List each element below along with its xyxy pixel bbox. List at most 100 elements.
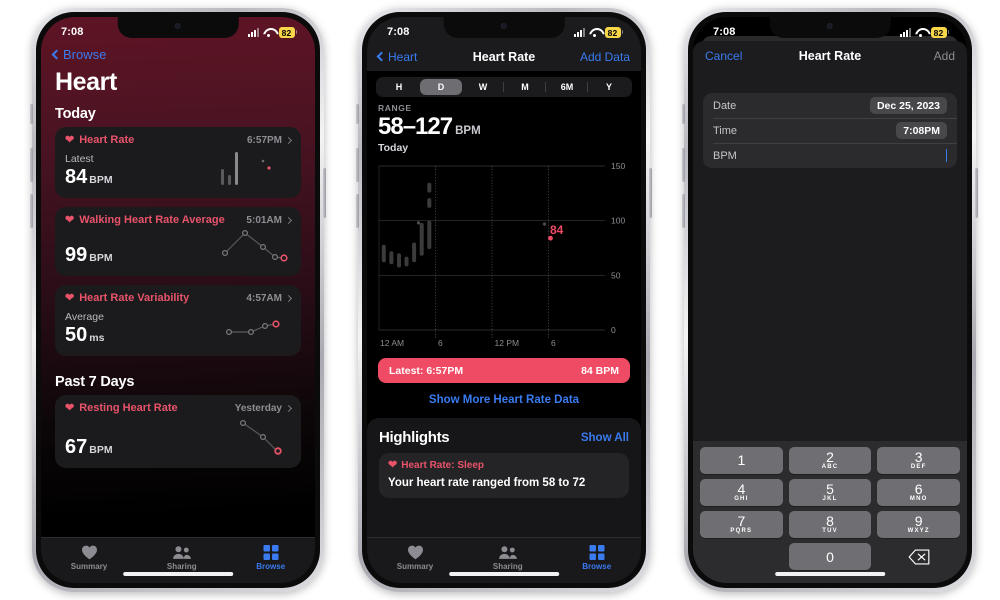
card-value-unit: BPM: [89, 252, 113, 264]
highlight-card-body: Your heart rate ranged from 58 to 72: [388, 477, 586, 489]
show-all-link[interactable]: Show All: [581, 432, 629, 444]
cellular-signal-icon: [247, 27, 259, 37]
phone-3: 7:08 82 Cancel Heart Rate Add Date Dec 2…: [682, 8, 978, 592]
home-indicator[interactable]: [775, 572, 885, 576]
key-2[interactable]: 2 ABC: [788, 447, 872, 474]
heart-rate-chart[interactable]: 150 100 50 0 12 AM 6 12 PM 6 84: [367, 158, 641, 348]
front-camera-icon: [500, 23, 507, 29]
card-value-number: 99: [65, 244, 88, 266]
tab-label: Summary: [396, 561, 434, 571]
card-title-text: Resting Heart Rate: [79, 402, 178, 414]
key-9[interactable]: 9 WXYZ: [877, 511, 961, 538]
card-timestamp: 4:57AM: [246, 292, 282, 304]
heart-icon: ❤: [65, 401, 75, 414]
show-more-heart-rate-data-link[interactable]: Show More Heart Rate Data: [367, 383, 641, 406]
phone-1-notch: [117, 17, 239, 38]
chevron-right-icon: [284, 404, 293, 412]
segment-d[interactable]: D: [420, 79, 462, 95]
key-7[interactable]: 7 PQRS: [700, 511, 783, 538]
phone-3-mute-switch[interactable]: [682, 104, 685, 124]
key-delete[interactable]: [877, 543, 960, 570]
add-button[interactable]: Add: [934, 49, 955, 63]
phone-1-mute-switch[interactable]: [30, 104, 33, 124]
key-1[interactable]: 1: [700, 447, 783, 474]
card-value-number: 84: [65, 166, 88, 188]
tab-browse[interactable]: Browse: [582, 544, 611, 571]
phone-1-power-button[interactable]: [323, 168, 326, 218]
key-4[interactable]: 4 GHI: [700, 479, 783, 506]
tab-summary[interactable]: Summary: [71, 545, 107, 571]
wifi-icon: [589, 28, 601, 38]
svg-text:6: 6: [551, 338, 556, 348]
phone-2-volume-up[interactable]: [356, 148, 359, 182]
key-6[interactable]: 6 MNO: [877, 479, 961, 506]
tab-label: Sharing: [492, 561, 523, 571]
phone-2-mute-switch[interactable]: [356, 104, 359, 124]
key-number: 6: [914, 480, 923, 497]
phone-1-volume-down[interactable]: [30, 194, 33, 228]
phone-2-volume-down[interactable]: [356, 194, 359, 228]
battery-percent: 82: [604, 26, 621, 38]
cancel-button[interactable]: Cancel: [705, 49, 742, 63]
segment-m[interactable]: M: [504, 79, 546, 95]
form-row-date[interactable]: Date Dec 25, 2023: [703, 93, 957, 118]
tab-browse[interactable]: Browse: [256, 544, 286, 571]
sheet-title: Heart Rate: [798, 49, 862, 63]
date-picker-value[interactable]: Dec 25, 2023: [869, 97, 947, 114]
svg-text:6: 6: [438, 338, 443, 348]
segment-w[interactable]: W: [462, 79, 504, 95]
card-walking-heart-rate-average[interactable]: ❤ Walking Heart Rate Average 5:01AM 99 BP…: [55, 207, 301, 276]
card-heart-rate-meta: 6:57PM: [247, 135, 293, 146]
tab-label: Browse: [256, 561, 286, 571]
key-3[interactable]: 3 DEF: [877, 447, 961, 474]
phone-2-screen: 7:08 82 Heart Heart Rate Add Data H D W …: [367, 17, 641, 583]
people-icon: [498, 545, 517, 559]
phone-3-volume-up[interactable]: [682, 148, 685, 182]
key-5[interactable]: 5 JKL: [788, 479, 872, 506]
heart-icon: [407, 545, 423, 559]
tab-summary[interactable]: Summary: [397, 545, 433, 571]
svg-text:50: 50: [611, 270, 621, 280]
segment-6m[interactable]: 6M: [546, 79, 588, 95]
form-row-bpm[interactable]: BPM: [703, 143, 957, 168]
phone-3-power-button[interactable]: [975, 168, 978, 218]
phone-1-volume-up[interactable]: [30, 148, 33, 182]
key-letters: ABC: [821, 464, 839, 471]
phone-3-volume-down[interactable]: [682, 194, 685, 228]
card-heart-rate[interactable]: ❤ Heart Rate 6:57PM Latest 84 BPM: [55, 127, 301, 198]
card-heart-rate-variability[interactable]: ❤ Heart Rate Variability 4:57AM Average …: [55, 285, 301, 356]
home-indicator[interactable]: [123, 572, 233, 576]
highlight-card-title-text: Heart Rate: Sleep: [401, 460, 485, 471]
status-time: 7:08: [387, 26, 410, 38]
add-data-button[interactable]: Add Data: [580, 50, 630, 64]
key-0[interactable]: 0: [788, 543, 872, 570]
card-timestamp: Yesterday: [234, 402, 282, 414]
phone-1: 7:08 82 Browse Heart Today ❤ Heart Rate …: [30, 8, 326, 592]
card-resting-meta: Yesterday: [234, 402, 293, 414]
tab-sharing[interactable]: Sharing: [167, 545, 197, 571]
segment-y[interactable]: Y: [588, 79, 630, 95]
card-value-unit: ms: [89, 332, 105, 344]
form-row-time[interactable]: Time 7:08PM: [703, 118, 957, 143]
highlight-card-heart-rate-sleep[interactable]: ❤ Heart Rate: Sleep Your heart rate rang…: [379, 453, 629, 498]
page-title: Heart: [55, 68, 117, 96]
home-indicator[interactable]: [449, 572, 559, 576]
time-picker-value[interactable]: 7:08PM: [896, 122, 947, 139]
phone-2-power-button[interactable]: [649, 168, 652, 218]
key-8[interactable]: 8 TUV: [788, 511, 872, 538]
segment-h[interactable]: H: [378, 79, 420, 95]
card-resting-heart-rate[interactable]: ❤ Resting Heart Rate Yesterday 67 BPM: [55, 395, 301, 468]
latest-reading-pill[interactable]: Latest: 6:57PM 84 BPM: [378, 358, 630, 383]
back-to-browse-button[interactable]: Browse: [41, 43, 315, 62]
key-letters: TUV: [822, 528, 838, 535]
phone-1-tab-bar: Summary Sharing Browse: [41, 537, 315, 583]
time-range-segmented-control[interactable]: H D W M 6M Y: [376, 77, 632, 97]
screenshot-stage: 7:08 82 Browse Heart Today ❤ Heart Rate …: [0, 0, 1000, 600]
key-letters: JKL: [822, 496, 838, 503]
bpm-input-caret[interactable]: [945, 149, 947, 162]
cellular-signal-icon: [899, 27, 911, 37]
section-header-past-7-days: Past 7 Days: [55, 374, 135, 390]
tab-sharing[interactable]: Sharing: [493, 545, 523, 571]
back-to-heart-button[interactable]: Heart: [376, 50, 417, 64]
battery-cap: [947, 30, 949, 34]
